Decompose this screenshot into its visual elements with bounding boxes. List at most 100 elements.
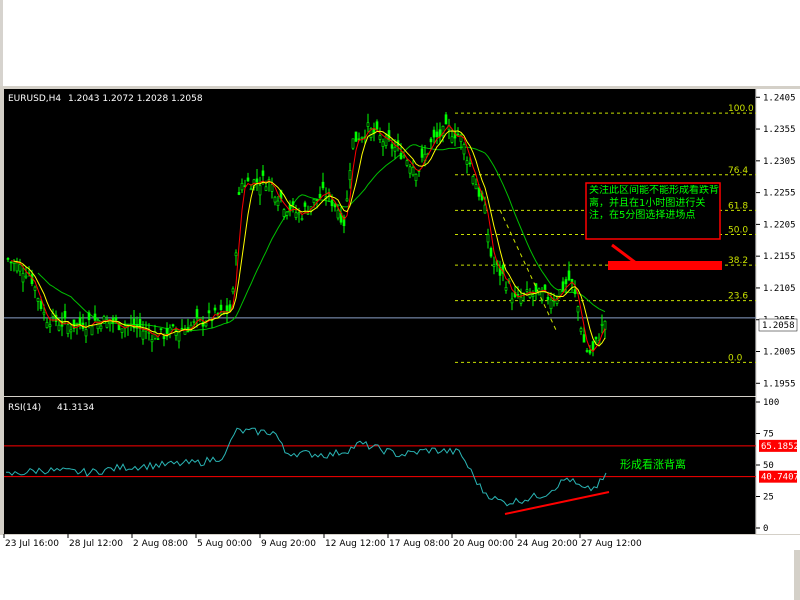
- price-tick-label: 1.2305: [763, 157, 796, 167]
- chart-svg[interactable]: 100.0 76.4 61.8 50.0 38.2 23.6 0.0 EURUSD,H4 1…: [0, 0, 800, 600]
- candle-body: [351, 138, 355, 149]
- candle-body: [336, 209, 340, 219]
- candle-body: [237, 192, 241, 195]
- candle-body: [432, 129, 436, 138]
- candle-body: [582, 334, 586, 343]
- fib-level-label: 61.8: [728, 201, 748, 211]
- candle-body: [393, 146, 397, 152]
- time-tick-label: 23 Jul 16:00: [5, 539, 59, 549]
- candle-body: [360, 136, 364, 139]
- price-tick-label: 1.2355: [763, 125, 796, 135]
- price-tick-label: 1.2005: [763, 348, 796, 358]
- candle-body: [87, 312, 91, 321]
- candle-body: [528, 292, 532, 298]
- candle-body: [285, 211, 289, 216]
- ohlc-label: 1.2043 1.2072 1.2028 1.2058: [68, 94, 203, 104]
- candle-body: [366, 122, 370, 127]
- candle-body: [315, 199, 319, 201]
- candle-body: [486, 234, 490, 243]
- candle-body: [33, 286, 37, 291]
- candle-body: [69, 329, 73, 333]
- candle-body: [12, 261, 16, 264]
- target-zone-bar: [608, 261, 722, 270]
- candle-body: [489, 247, 493, 257]
- candle-body: [330, 199, 334, 207]
- candle-body: [468, 162, 472, 165]
- fib-level-label: 100.0: [728, 104, 754, 114]
- time-tick-label: 9 Aug 20:00: [261, 539, 316, 549]
- time-tick-label: 28 Jul 12:00: [69, 539, 123, 549]
- candle-body: [462, 144, 466, 155]
- candle-body: [99, 325, 103, 330]
- candle-body: [411, 166, 415, 176]
- candle-body: [348, 170, 352, 181]
- candle-body: [162, 335, 166, 340]
- candle-body: [573, 289, 577, 295]
- candle-body: [477, 187, 481, 197]
- candle-body: [465, 160, 469, 165]
- price-tick-label: 1.2105: [763, 284, 796, 294]
- candle-body: [603, 320, 607, 330]
- rsi-tick-label: 0: [763, 524, 768, 534]
- candle-body: [474, 184, 478, 190]
- candle-body: [450, 136, 454, 143]
- candle-body: [240, 183, 244, 191]
- candle-body: [549, 299, 553, 310]
- candle-body: [231, 288, 235, 293]
- candle-body: [390, 144, 394, 149]
- candle-body: [36, 298, 40, 302]
- candle-body: [39, 301, 43, 309]
- candle-body: [195, 309, 199, 319]
- candle-body: [471, 176, 475, 184]
- candle-body: [297, 212, 301, 215]
- price-tick-label: 1.2255: [763, 189, 796, 199]
- price-tick-label: 1.2205: [763, 220, 796, 230]
- candle-body: [84, 329, 88, 337]
- candle-body: [444, 114, 448, 125]
- price-tick-label: 1.2155: [763, 252, 796, 262]
- candle-body: [378, 135, 382, 140]
- candle-body: [294, 212, 298, 218]
- candle-body: [270, 184, 274, 192]
- candle-body: [312, 198, 316, 203]
- candle-body: [585, 350, 589, 352]
- candle-body: [504, 286, 508, 291]
- candle-body: [213, 307, 217, 311]
- candle-body: [600, 323, 604, 326]
- rsi-level-label: 65.1852: [761, 442, 799, 452]
- candle-body: [543, 284, 547, 291]
- candle-body: [159, 328, 163, 330]
- candle-body: [402, 155, 406, 158]
- rsi-tick-label: 100: [763, 398, 779, 408]
- candle-body: [579, 328, 583, 332]
- candle-body: [420, 148, 424, 158]
- time-tick-label: 24 Aug 20:00: [517, 539, 578, 549]
- candle-body: [78, 317, 82, 325]
- annotation-text: 关注此区间能不能形成看跌背离，并且在1小时图进行关注，在5分图选择进场点: [589, 185, 719, 221]
- candle-body: [546, 296, 550, 300]
- candle-body: [261, 170, 265, 176]
- time-tick-label: 2 Aug 08:00: [133, 539, 188, 549]
- candle-body: [306, 212, 310, 215]
- candle-body: [276, 200, 280, 206]
- candle-body: [66, 324, 70, 334]
- candle-body: [171, 324, 175, 327]
- time-tick-label: 5 Aug 00:00: [197, 539, 252, 549]
- candle-body: [75, 323, 79, 325]
- candle-body: [531, 294, 535, 297]
- candle-body: [492, 264, 496, 267]
- candle-body: [192, 321, 196, 323]
- candle-body: [57, 324, 61, 331]
- candle-body: [45, 322, 49, 328]
- rsi-annotation: 形成看涨背离: [620, 457, 686, 471]
- candle-body: [120, 328, 124, 333]
- fib-level-label: 38.2: [728, 256, 748, 266]
- candle-body: [207, 310, 211, 314]
- candle-body: [249, 188, 253, 191]
- rsi-tick-label: 25: [763, 493, 774, 503]
- candle-body: [273, 196, 277, 203]
- candle-body: [21, 273, 25, 283]
- candle-body: [264, 186, 268, 191]
- candle-body: [561, 281, 565, 291]
- candle-body: [483, 204, 487, 214]
